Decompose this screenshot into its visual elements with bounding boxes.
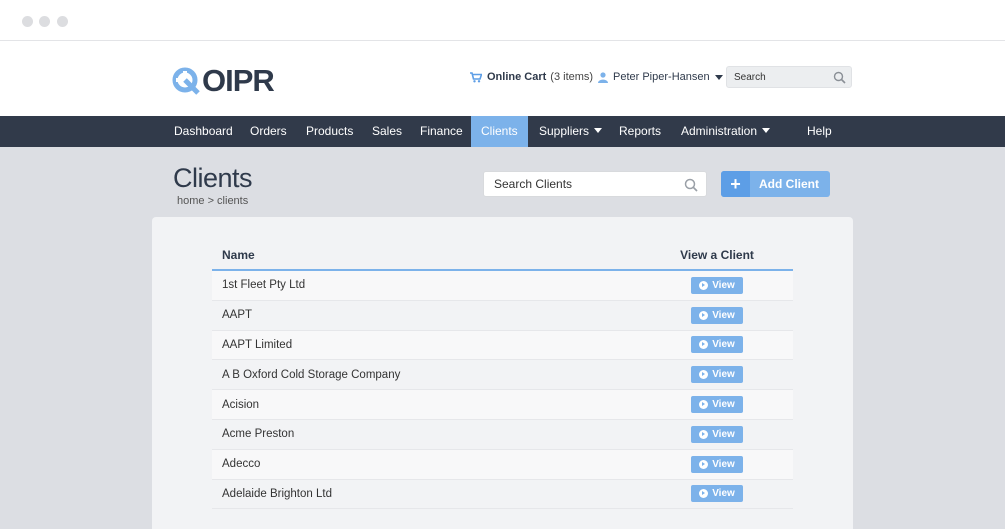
window-maximize-dot[interactable] [57, 16, 68, 27]
header-search-placeholder: Search [734, 71, 766, 83]
nav-item-dashboard[interactable]: Dashboard [163, 116, 244, 147]
page-title: Clients [173, 163, 253, 193]
arrow-right-circle-icon [699, 310, 709, 320]
view-label: View [712, 279, 735, 291]
nav-item-sales[interactable]: Sales [361, 116, 413, 147]
clients-panel: Name View a Client 1st Fleet Pty Ltd View… [152, 217, 853, 529]
nav-item-finance[interactable]: Finance [409, 116, 474, 147]
table-row: Adelaide Brighton Ltd View [212, 479, 793, 510]
search-clients-input[interactable]: Search Clients [483, 171, 707, 197]
view-cell: View [641, 485, 793, 503]
cart-label: Online Cart [487, 71, 547, 83]
view-client-button[interactable]: View [691, 425, 743, 443]
view-cell: View [641, 455, 793, 473]
table-row: AAPT Limited View [212, 330, 793, 361]
window-close-dot[interactable] [22, 16, 33, 27]
view-client-button[interactable]: View [691, 306, 743, 324]
chevron-down-icon [762, 128, 771, 133]
logo-text: OIPR [202, 63, 275, 98]
table-row: Adecco View [212, 449, 793, 480]
client-name: 1st Fleet Pty Ltd [222, 279, 306, 292]
client-name: Adelaide Brighton Ltd [222, 487, 332, 500]
view-client-button[interactable]: View [691, 276, 743, 294]
plus-icon: + [721, 171, 750, 197]
chevron-down-icon [714, 74, 723, 80]
search-icon[interactable] [684, 178, 698, 192]
view-cell: View [641, 366, 793, 384]
view-client-button[interactable]: View [691, 336, 743, 354]
client-name: AAPT Limited [222, 338, 293, 351]
view-label: View [712, 458, 735, 470]
browser-chrome [0, 0, 1005, 41]
site-header: OIPR Online Cart (3 items) Peter Piper-H… [0, 41, 1005, 116]
view-client-button[interactable]: View [691, 455, 743, 473]
view-cell: View [641, 396, 793, 414]
table-row: Acme Preston View [212, 419, 793, 450]
view-cell: View [641, 276, 793, 294]
chevron-down-icon [594, 128, 603, 133]
logo-q-icon [172, 67, 200, 95]
window-minimize-dot[interactable] [39, 16, 50, 27]
nav-item-suppliers[interactable]: Suppliers [528, 116, 613, 147]
nav-item-suppliers-label: Suppliers [539, 124, 590, 138]
nav-item-help[interactable]: Help [796, 116, 843, 147]
add-client-label: Add Client [759, 177, 819, 191]
client-name: AAPT [222, 309, 253, 322]
clients-table: Name View a Client 1st Fleet Pty Ltd View… [212, 241, 793, 510]
view-client-button[interactable]: View [691, 366, 743, 384]
view-cell: View [641, 306, 793, 324]
arrow-right-circle-icon [699, 280, 709, 290]
logo[interactable]: OIPR [172, 63, 275, 98]
column-header-name[interactable]: Name [212, 248, 641, 262]
table-row: AAPT View [212, 300, 793, 331]
view-cell: View [641, 425, 793, 443]
table-body: 1st Fleet Pty Ltd View AAPT View AAPT Limite… [212, 271, 793, 510]
client-name: Acme Preston [222, 428, 295, 441]
nav-item-administration[interactable]: Administration [670, 116, 781, 147]
view-client-button[interactable]: View [691, 485, 743, 503]
user-menu[interactable]: Peter Piper-Hansen [598, 71, 723, 83]
add-client-button[interactable]: + Add Client [721, 171, 830, 197]
search-icon[interactable] [833, 71, 846, 84]
arrow-right-circle-icon [699, 370, 709, 380]
nav-item-products[interactable]: Products [295, 116, 364, 147]
view-label: View [712, 399, 735, 411]
nav-item-orders[interactable]: Orders [239, 116, 298, 147]
view-cell: View [641, 336, 793, 354]
arrow-right-circle-icon [699, 489, 709, 499]
view-label: View [712, 309, 735, 321]
nav-item-reports[interactable]: Reports [608, 116, 672, 147]
view-label: View [712, 488, 735, 500]
online-cart-link[interactable]: Online Cart (3 items) [470, 71, 593, 83]
search-clients-placeholder: Search Clients [494, 177, 573, 191]
view-label: View [712, 339, 735, 351]
user-icon [598, 71, 608, 83]
client-name: Adecco [222, 458, 261, 471]
arrow-right-circle-icon [699, 459, 709, 469]
nav-item-administration-label: Administration [681, 124, 758, 138]
table-row: 1st Fleet Pty Ltd View [212, 271, 793, 301]
table-row: A B Oxford Cold Storage Company View [212, 360, 793, 391]
cart-count: (3 items) [550, 71, 594, 83]
nav-item-clients[interactable]: Clients [471, 116, 528, 147]
user-name: Peter Piper-Hansen [613, 71, 710, 83]
cart-icon [470, 71, 482, 82]
column-header-view: View a Client [680, 248, 754, 262]
client-name: Acision [222, 398, 260, 411]
arrow-right-circle-icon [699, 429, 709, 439]
arrow-right-circle-icon [699, 400, 709, 410]
view-client-button[interactable]: View [691, 396, 743, 414]
client-name: A B Oxford Cold Storage Company [222, 368, 401, 381]
main-nav: Dashboard Orders Products Sales Finance … [0, 116, 1005, 147]
header-search-input[interactable]: Search [726, 66, 852, 88]
view-label: View [712, 428, 735, 440]
table-row: Acision View [212, 390, 793, 420]
table-header: Name View a Client [212, 241, 793, 271]
breadcrumb[interactable]: home > clients [177, 195, 248, 207]
arrow-right-circle-icon [699, 340, 709, 350]
view-label: View [712, 369, 735, 381]
